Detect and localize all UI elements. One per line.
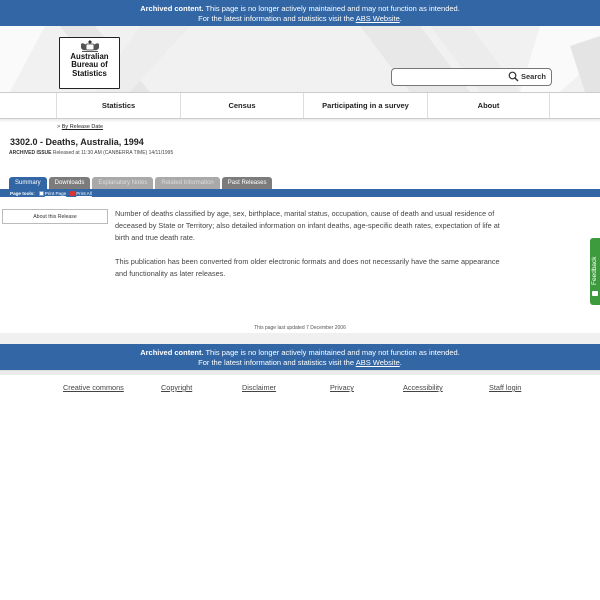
release-tabs: Summary Downloads Explanatory Notes Rela… xyxy=(9,177,273,189)
search-button[interactable]: Search xyxy=(508,71,546,82)
archive-line2-suffix: . xyxy=(399,13,402,23)
print-page-label: Print Page xyxy=(44,190,67,196)
crest-icon xyxy=(80,40,99,52)
archive-banner-bottom: Archived content. This page is no longer… xyxy=(0,344,600,370)
archive-banner-top: Archived content. This page is no longer… xyxy=(0,0,600,26)
footer-link-disclaimer[interactable]: Disclaimer xyxy=(242,383,276,392)
release-summary: Number of deaths classified by age, sex,… xyxy=(115,208,500,292)
issue-line: ARCHIVED ISSUE Released at 11:30 AM (CAN… xyxy=(9,150,173,156)
summary-paragraph-2: This publication has been converted from… xyxy=(115,257,500,278)
logo-line-3: Statistics xyxy=(72,68,107,78)
tab-summary[interactable]: Summary xyxy=(9,177,47,189)
search-button-label: Search xyxy=(520,72,546,81)
abs-logo[interactable]: Australian Bureau of Statistics xyxy=(59,37,120,89)
archive-text-bottom: This page is no longer actively maintain… xyxy=(203,348,460,357)
breadcrumb: > By Release Date xyxy=(57,124,103,130)
separator-strip xyxy=(0,333,600,344)
issue-label: ARCHIVED ISSUE xyxy=(9,150,52,156)
page-tools-bar: Page tools: Print Page Print All xyxy=(0,189,600,197)
feedback-icon xyxy=(592,291,598,296)
print-page-icon xyxy=(38,190,44,196)
archive-bold-bottom: Archived content. xyxy=(140,348,204,357)
footer-link-copyright[interactable]: Copyright xyxy=(161,383,192,392)
abs-website-link-bottom[interactable]: ABS Website xyxy=(356,358,400,367)
archive-bold: Archived content. xyxy=(140,4,204,13)
footer-link-privacy[interactable]: Privacy xyxy=(330,383,354,392)
archive-line2-prefix-bottom: For the latest information and statistic… xyxy=(198,357,356,367)
search-icon xyxy=(508,71,519,82)
breadcrumb-prefix: > xyxy=(57,124,61,130)
nav-item-participating[interactable]: Participating in a survey xyxy=(303,93,427,118)
page-tools-label: Page tools: xyxy=(10,190,35,196)
print-all-icon xyxy=(70,190,76,196)
nav-item-statistics[interactable]: Statistics xyxy=(56,93,180,118)
print-all-link[interactable]: Print All xyxy=(70,190,92,196)
archive-line2-suffix-bottom: . xyxy=(399,357,402,367)
site-header: Australian Bureau of Statistics Search xyxy=(0,26,600,92)
footer-link-accessibility[interactable]: Accessibility xyxy=(403,383,443,392)
archive-text: This page is no longer actively maintain… xyxy=(203,4,460,13)
tab-downloads[interactable]: Downloads xyxy=(48,177,91,189)
nav-item-about[interactable]: About xyxy=(427,93,550,118)
search-input[interactable]: Search xyxy=(391,68,552,86)
feedback-tab[interactable]: Feedback xyxy=(590,238,600,305)
main-nav: Statistics Census Participating in a sur… xyxy=(0,92,600,119)
page-title: 3302.0 - Deaths, Australia, 1994 xyxy=(10,137,144,147)
tab-explanatory-notes: Explanatory Notes xyxy=(92,177,154,189)
archive-line2-prefix: For the latest information and statistic… xyxy=(198,13,356,23)
footer-divider xyxy=(0,370,600,375)
tab-past-releases[interactable]: Past Releases xyxy=(221,177,273,189)
print-page-link[interactable]: Print Page xyxy=(38,190,67,196)
summary-paragraph-1: Number of deaths classified by age, sex,… xyxy=(115,209,500,242)
about-release-button[interactable]: About this Release xyxy=(2,209,108,224)
breadcrumb-link[interactable]: By Release Date xyxy=(62,124,103,130)
footer-link-staff-login[interactable]: Staff login xyxy=(489,383,521,392)
nav-item-census[interactable]: Census xyxy=(180,93,303,118)
footer-link-creative-commons[interactable]: Creative commons xyxy=(63,383,124,392)
last-updated: This page last updated 7 December 2006 xyxy=(254,325,346,331)
abs-website-link[interactable]: ABS Website xyxy=(356,14,400,23)
issue-text: Released at 11:30 AM (CANBERRA TIME) 14/… xyxy=(52,150,174,156)
feedback-label: Feedback xyxy=(591,256,598,285)
print-all-label: Print All xyxy=(76,190,92,196)
tab-related-information: Related Information xyxy=(155,177,220,189)
